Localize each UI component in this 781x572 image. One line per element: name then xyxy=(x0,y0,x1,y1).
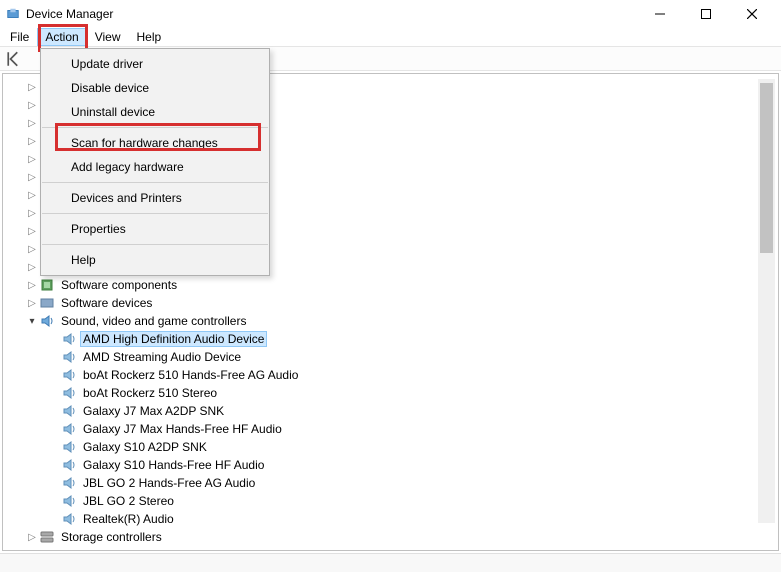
tree-node-label: Galaxy S10 Hands-Free HF Audio xyxy=(80,457,267,473)
speaker-icon xyxy=(61,439,77,455)
menu-item-properties[interactable]: Properties xyxy=(41,217,269,241)
tree-node-label: Storage controllers xyxy=(58,529,165,545)
tree-node-label: Sound, video and game controllers xyxy=(58,313,249,329)
tree-node-label: Galaxy S10 A2DP SNK xyxy=(80,439,210,455)
tree-node-label: Software components xyxy=(58,277,180,293)
chevron-right-icon[interactable]: ▷ xyxy=(25,134,39,148)
menu-separator xyxy=(42,127,268,128)
menu-item-scan-hardware[interactable]: Scan for hardware changes xyxy=(41,131,269,155)
tree-node-audio-device[interactable]: JBL GO 2 Hands-Free AG Audio xyxy=(3,474,778,492)
menu-item-add-legacy[interactable]: Add legacy hardware xyxy=(41,155,269,179)
window-title: Device Manager xyxy=(26,7,637,21)
chevron-right-icon[interactable]: ▷ xyxy=(25,530,39,544)
tree-node-audio-device[interactable]: AMD High Definition Audio Device xyxy=(3,330,778,348)
back-arrow-icon[interactable] xyxy=(6,50,24,68)
window-controls xyxy=(637,0,775,28)
chevron-right-icon[interactable]: ▷ xyxy=(25,170,39,184)
tree-node-software-components[interactable]: ▷ Software components xyxy=(3,276,778,294)
menu-item-disable-device[interactable]: Disable device xyxy=(41,76,269,100)
menu-file[interactable]: File xyxy=(2,28,37,46)
menu-separator xyxy=(42,244,268,245)
menu-separator xyxy=(42,182,268,183)
tree-node-label: Galaxy J7 Max Hands-Free HF Audio xyxy=(80,421,285,437)
maximize-button[interactable] xyxy=(683,0,729,28)
speaker-icon xyxy=(61,367,77,383)
speaker-icon xyxy=(61,331,77,347)
minimize-button[interactable] xyxy=(637,0,683,28)
speaker-icon xyxy=(61,349,77,365)
chevron-right-icon[interactable]: ▷ xyxy=(25,116,39,130)
tree-node-audio-device[interactable]: Galaxy S10 A2DP SNK xyxy=(3,438,778,456)
device-icon xyxy=(39,295,55,311)
menu-separator xyxy=(42,213,268,214)
chevron-right-icon[interactable]: ▷ xyxy=(25,296,39,310)
close-button[interactable] xyxy=(729,0,775,28)
tree-node-software-devices[interactable]: ▷ Software devices xyxy=(3,294,778,312)
speaker-icon xyxy=(61,475,77,491)
tree-node-label: boAt Rockerz 510 Stereo xyxy=(80,385,220,401)
speaker-icon xyxy=(61,385,77,401)
menu-action[interactable]: Action xyxy=(37,28,86,46)
statusbar xyxy=(0,553,781,572)
component-icon xyxy=(39,277,55,293)
chevron-right-icon[interactable]: ▷ xyxy=(25,188,39,202)
tree-node-audio-device[interactable]: AMD Streaming Audio Device xyxy=(3,348,778,366)
tree-node-audio-device[interactable]: Galaxy J7 Max Hands-Free HF Audio xyxy=(3,420,778,438)
menu-item-help[interactable]: Help xyxy=(41,248,269,272)
tree-node-audio-device[interactable]: Realtek(R) Audio xyxy=(3,510,778,528)
chevron-right-icon[interactable]: ▷ xyxy=(25,98,39,112)
tree-node-label: Software devices xyxy=(58,295,155,311)
menu-item-devices-printers[interactable]: Devices and Printers xyxy=(41,186,269,210)
chevron-right-icon[interactable]: ▷ xyxy=(25,260,39,274)
app-icon xyxy=(6,7,20,21)
chevron-down-icon[interactable]: ▾ xyxy=(25,314,39,328)
menu-item-update-driver[interactable]: Update driver xyxy=(41,52,269,76)
tree-node-audio-device[interactable]: boAt Rockerz 510 Stereo xyxy=(3,384,778,402)
chevron-right-icon[interactable]: ▷ xyxy=(25,80,39,94)
speaker-icon xyxy=(61,457,77,473)
tree-node-label: AMD Streaming Audio Device xyxy=(80,349,244,365)
chevron-right-icon[interactable]: ▷ xyxy=(25,224,39,238)
menu-help[interactable]: Help xyxy=(129,28,170,46)
tree-node-sound-video[interactable]: ▾ Sound, video and game controllers xyxy=(3,312,778,330)
menu-item-uninstall-device[interactable]: Uninstall device xyxy=(41,100,269,124)
tree-node-storage-controllers[interactable]: ▷ Storage controllers xyxy=(3,528,778,546)
chevron-right-icon[interactable]: ▷ xyxy=(25,206,39,220)
speaker-icon xyxy=(39,313,55,329)
scrollbar-thumb[interactable] xyxy=(760,83,773,253)
titlebar: Device Manager xyxy=(0,0,781,28)
storage-icon xyxy=(39,529,55,545)
tree-node-label: Realtek(R) Audio xyxy=(80,511,177,527)
tree-node-audio-device[interactable]: Galaxy J7 Max A2DP SNK xyxy=(3,402,778,420)
tree-node-audio-device[interactable]: boAt Rockerz 510 Hands-Free AG Audio xyxy=(3,366,778,384)
speaker-icon xyxy=(61,493,77,509)
menu-view[interactable]: View xyxy=(87,28,129,46)
speaker-icon xyxy=(61,511,77,527)
tree-node-label: JBL GO 2 Hands-Free AG Audio xyxy=(80,475,258,491)
chevron-right-icon[interactable]: ▷ xyxy=(25,152,39,166)
tree-node-audio-device[interactable]: Galaxy S10 Hands-Free HF Audio xyxy=(3,456,778,474)
chevron-right-icon[interactable]: ▷ xyxy=(25,278,39,292)
tree-node-label: AMD High Definition Audio Device xyxy=(80,331,267,347)
tree-node-label: boAt Rockerz 510 Hands-Free AG Audio xyxy=(80,367,301,383)
tree-node-label: Galaxy J7 Max A2DP SNK xyxy=(80,403,227,419)
speaker-icon xyxy=(61,403,77,419)
vertical-scrollbar[interactable] xyxy=(758,79,775,523)
menubar: File Action View Help xyxy=(0,28,781,47)
action-dropdown-menu: Update driver Disable device Uninstall d… xyxy=(40,48,270,276)
speaker-icon xyxy=(61,421,77,437)
tree-node-label: JBL GO 2 Stereo xyxy=(80,493,177,509)
tree-node-audio-device[interactable]: JBL GO 2 Stereo xyxy=(3,492,778,510)
chevron-right-icon[interactable]: ▷ xyxy=(25,242,39,256)
